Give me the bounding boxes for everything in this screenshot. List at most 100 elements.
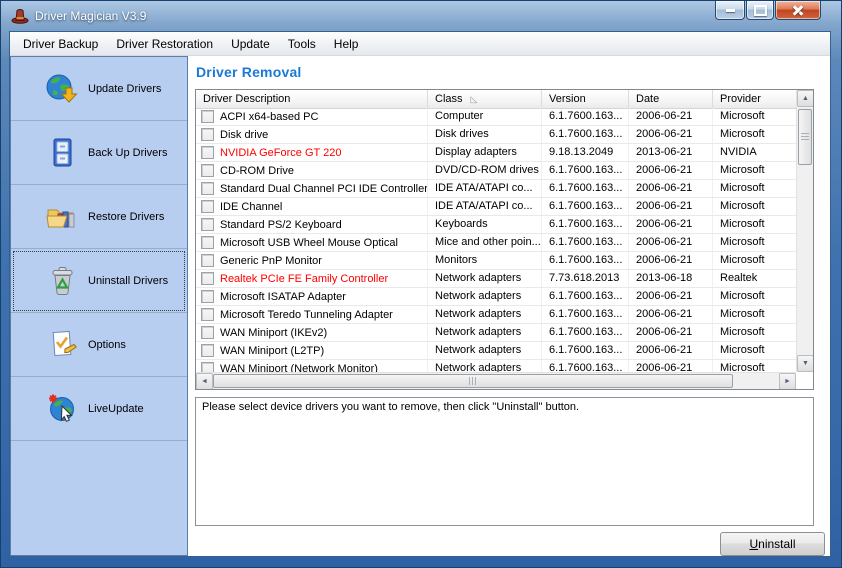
row-checkbox[interactable] — [201, 290, 214, 303]
row-checkbox[interactable] — [201, 272, 214, 285]
row-checkbox[interactable] — [201, 344, 214, 357]
row-checkbox[interactable] — [201, 236, 214, 249]
scroll-down-button[interactable]: ▼ — [797, 355, 814, 372]
table-row[interactable]: WAN Miniport (L2TP) Network adapters 6.1… — [196, 342, 796, 360]
table-row[interactable]: Generic PnP Monitor Monitors 6.1.7600.16… — [196, 252, 796, 270]
menu-driver-backup[interactable]: Driver Backup — [14, 33, 107, 55]
driver-class: IDE ATA/ATAPI co... — [428, 198, 542, 215]
vertical-scrollbar[interactable]: ▲ ▼ — [796, 90, 813, 372]
driver-version: 6.1.7600.163... — [542, 324, 629, 341]
info-text: Please select device drivers you want to… — [202, 401, 579, 413]
table-header: Driver Description Class◺ Version Date P… — [196, 90, 796, 109]
info-panel: Please select device drivers you want to… — [195, 397, 814, 526]
driver-class: Mice and other poin... — [428, 234, 542, 251]
driver-version: 6.1.7600.163... — [542, 360, 629, 372]
sidebar-item-uninstall-drivers[interactable]: Uninstall Drivers — [11, 249, 187, 313]
column-header-date[interactable]: Date — [629, 90, 713, 108]
table-row[interactable]: IDE Channel IDE ATA/ATAPI co... 6.1.7600… — [196, 198, 796, 216]
titlebar[interactable]: Driver Magician V3.9 — [1, 1, 841, 31]
column-header-driver-description[interactable]: Driver Description — [196, 90, 428, 108]
table-row[interactable]: Microsoft USB Wheel Mouse Optical Mice a… — [196, 234, 796, 252]
driver-provider: Microsoft — [713, 126, 796, 143]
driver-date: 2006-06-21 — [629, 324, 713, 341]
sidebar-item-options[interactable]: Options — [11, 313, 187, 377]
horizontal-scroll-thumb[interactable] — [213, 374, 733, 388]
row-checkbox[interactable] — [201, 182, 214, 195]
driver-date: 2006-06-21 — [629, 234, 713, 251]
thumb-grip-icon — [801, 133, 809, 141]
driver-table: Driver Description Class◺ Version Date P… — [195, 89, 814, 390]
driver-description: Realtek PCIe FE Family Controller — [220, 271, 388, 287]
table-row[interactable]: Disk drive Disk drives 6.1.7600.163... 2… — [196, 126, 796, 144]
scroll-left-button[interactable]: ◄ — [196, 373, 213, 390]
table-row[interactable]: NVIDIA GeForce GT 220 Display adapters 9… — [196, 144, 796, 162]
table-row[interactable]: WAN Miniport (IKEv2) Network adapters 6.… — [196, 324, 796, 342]
driver-class: Network adapters — [428, 342, 542, 359]
driver-provider: Microsoft — [713, 216, 796, 233]
maximize-button[interactable] — [746, 1, 774, 20]
row-checkbox[interactable] — [201, 308, 214, 321]
row-checkbox[interactable] — [201, 164, 214, 177]
sidebar-item-label: Back Up Drivers — [88, 147, 167, 159]
scroll-right-button[interactable]: ► — [779, 373, 796, 390]
table-row[interactable]: Realtek PCIe FE Family Controller Networ… — [196, 270, 796, 288]
options-checklist-icon — [45, 329, 79, 361]
driver-date: 2006-06-21 — [629, 198, 713, 215]
row-checkbox[interactable] — [201, 326, 214, 339]
column-label: Provider — [720, 91, 761, 108]
row-checkbox[interactable] — [201, 146, 214, 159]
page-title: Driver Removal — [196, 64, 830, 80]
arrow-down-icon: ▼ — [802, 360, 809, 367]
menu-update[interactable]: Update — [222, 33, 279, 55]
sidebar-item-label: Restore Drivers — [88, 211, 164, 223]
magician-hat-icon — [11, 8, 29, 24]
driver-version: 6.1.7600.163... — [542, 288, 629, 305]
menu-help[interactable]: Help — [325, 33, 368, 55]
driver-description: CD-ROM Drive — [220, 163, 294, 179]
driver-version: 6.1.7600.163... — [542, 108, 629, 125]
driver-class: Network adapters — [428, 360, 542, 372]
table-row[interactable]: CD-ROM Drive DVD/CD-ROM drives 6.1.7600.… — [196, 162, 796, 180]
sidebar-item-label: Uninstall Drivers — [88, 275, 168, 287]
sidebar-item-update-drivers[interactable]: Update Drivers — [11, 57, 187, 121]
row-checkbox[interactable] — [201, 128, 214, 141]
globe-download-icon — [45, 73, 79, 105]
driver-provider: Realtek — [713, 270, 796, 287]
menu-tools[interactable]: Tools — [279, 33, 325, 55]
sidebar-item-restore-drivers[interactable]: Restore Drivers — [11, 185, 187, 249]
driver-provider: NVIDIA — [713, 144, 796, 161]
table-row[interactable]: WAN Miniport (Network Monitor) Network a… — [196, 360, 796, 372]
table-row[interactable]: Standard PS/2 Keyboard Keyboards 6.1.760… — [196, 216, 796, 234]
window-body: Driver Backup Driver Restoration Update … — [9, 31, 831, 557]
driver-date: 2006-06-21 — [629, 342, 713, 359]
driver-version: 6.1.7600.163... — [542, 234, 629, 251]
recycle-bin-icon — [45, 265, 79, 297]
row-checkbox[interactable] — [201, 254, 214, 267]
sidebar-item-back-up-drivers[interactable]: Back Up Drivers — [11, 121, 187, 185]
driver-provider: Microsoft — [713, 108, 796, 125]
sidebar-item-label: Options — [88, 339, 126, 351]
vertical-scroll-thumb[interactable] — [798, 109, 812, 165]
table-row[interactable]: ACPI x64-based PC Computer 6.1.7600.163.… — [196, 108, 796, 126]
uninstall-button[interactable]: Uninstall — [720, 532, 825, 556]
column-header-version[interactable]: Version — [542, 90, 629, 108]
arrow-right-icon: ► — [784, 378, 791, 385]
row-checkbox[interactable] — [201, 218, 214, 231]
column-header-class[interactable]: Class◺ — [428, 90, 542, 108]
horizontal-scrollbar[interactable]: ◄ ► — [196, 372, 796, 389]
table-row[interactable]: Standard Dual Channel PCI IDE Controller… — [196, 180, 796, 198]
sidebar-item-liveupdate[interactable]: LiveUpdate — [11, 377, 187, 441]
table-row[interactable]: Microsoft ISATAP Adapter Network adapter… — [196, 288, 796, 306]
menu-driver-restoration[interactable]: Driver Restoration — [107, 33, 222, 55]
close-button[interactable] — [775, 1, 821, 20]
table-row[interactable]: Microsoft Teredo Tunneling Adapter Netwo… — [196, 306, 796, 324]
minimize-button[interactable] — [715, 1, 745, 20]
driver-class: Network adapters — [428, 288, 542, 305]
row-checkbox[interactable] — [201, 200, 214, 213]
scroll-up-button[interactable]: ▲ — [797, 90, 814, 107]
close-icon — [792, 4, 804, 16]
column-header-provider[interactable]: Provider — [713, 90, 796, 108]
row-checkbox[interactable] — [201, 362, 214, 372]
driver-description: ACPI x64-based PC — [220, 109, 318, 125]
row-checkbox[interactable] — [201, 110, 214, 123]
